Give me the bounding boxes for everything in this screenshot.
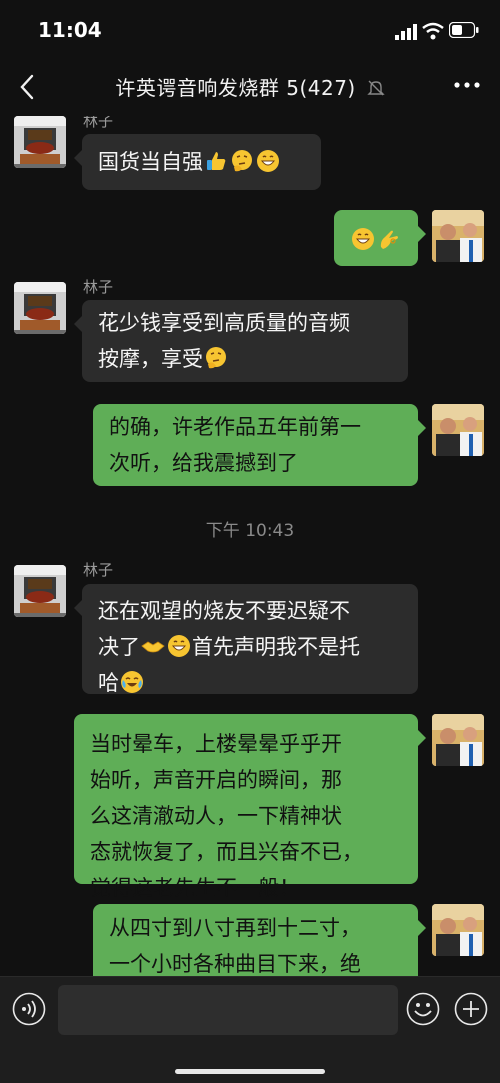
mute-icon — [366, 80, 385, 96]
message-text: 国货当自强 — [98, 150, 203, 174]
message-text: 一个小时各种曲目下来，绝 — [109, 952, 361, 976]
message-bubble[interactable]: 当时晕车，上楼晕晕乎乎开 始听，声音开启的瞬间，那 么这清澈动人，一下精神状 态… — [74, 714, 426, 900]
status-time: 11:04 — [38, 18, 102, 42]
message-bubble[interactable] — [334, 210, 426, 266]
message-text: 觉得这老先生不一般！ — [90, 876, 300, 900]
message-text: 始听，声音开启的瞬间，那 — [90, 768, 342, 792]
message-bubble[interactable]: 国货当自强 — [74, 134, 321, 190]
ok-hand-icon — [377, 227, 401, 251]
avatar[interactable] — [432, 210, 484, 262]
message-bubble[interactable]: 从四寸到八寸再到十二寸， 一个小时各种曲目下来，绝 — [93, 904, 426, 976]
sender-name: 林子 — [83, 278, 114, 296]
chat-title: 许英谔音响发烧群 5(427) — [115, 76, 356, 100]
message-text: 首先声明我不是托 — [192, 635, 360, 659]
message-bubble[interactable]: 的确，许老作品五年前第一 次听，给我震撼到了 — [93, 404, 426, 486]
signal-icon — [395, 24, 417, 40]
nav-bar: 许英谔音响发烧群 5(427) — [0, 58, 500, 116]
message-text: 按摩，享受 — [98, 347, 203, 371]
input-bar — [0, 976, 500, 1083]
message-text: 还在观望的烧友不要迟疑不 — [98, 599, 350, 623]
message-text: 决了 — [98, 635, 140, 659]
message-text: 当时晕车，上楼晕晕乎乎开 — [90, 732, 342, 756]
grinning-face-icon — [167, 634, 191, 658]
home-indicator — [175, 1069, 325, 1074]
thinking-face-icon — [204, 346, 228, 370]
handshake-icon — [141, 634, 165, 658]
avatar[interactable] — [14, 565, 66, 617]
message-input[interactable] — [58, 985, 398, 1035]
grinning-face-icon — [351, 227, 375, 251]
grinning-face-icon — [256, 149, 280, 173]
message-text: 从四寸到八寸再到十二寸， — [109, 916, 361, 940]
more-icon[interactable] — [453, 80, 481, 90]
thumbs-up-icon — [204, 149, 228, 173]
emoji-icon[interactable] — [406, 992, 440, 1026]
avatar[interactable] — [14, 282, 66, 334]
chat-title-row: 许英谔音响发烧群 5(427) — [0, 72, 500, 101]
voice-icon[interactable] — [12, 992, 46, 1026]
message-text: 哈 — [98, 671, 119, 695]
message-text: 的确，许老作品五年前第一 — [109, 415, 361, 439]
chat-area[interactable]: 林子 国货当自强 林子 花少钱享受到高质量的音频 按摩，享受 的确，许老作品五年… — [0, 116, 500, 976]
timestamp: 下午 10:43 — [205, 521, 295, 541]
sender-name: 林子 — [83, 561, 114, 579]
avatar[interactable] — [432, 404, 484, 456]
battery-icon — [449, 22, 479, 38]
message-text: 么这清澈动人，一下精神状 — [90, 804, 342, 828]
thinking-face-icon — [230, 149, 254, 173]
message-text: 态就恢复了，而且兴奋不已， — [90, 840, 363, 864]
message-bubble[interactable]: 花少钱享受到高质量的音频 按摩，享受 — [74, 300, 408, 382]
sender-name: 林子 — [83, 116, 114, 130]
avatar[interactable] — [14, 116, 66, 168]
wifi-icon — [422, 22, 444, 40]
message-bubble[interactable]: 还在观望的烧友不要迟疑不 决了 首先声明我不是托 哈 — [74, 584, 418, 695]
message-text: 花少钱享受到高质量的音频 — [98, 311, 350, 335]
crying-laughing-icon — [120, 670, 144, 694]
message-text: 次听，给我震撼到了 — [109, 451, 298, 475]
status-bar: 11:04 — [0, 0, 500, 58]
avatar[interactable] — [432, 714, 484, 766]
avatar[interactable] — [432, 904, 484, 956]
plus-icon[interactable] — [454, 992, 488, 1026]
